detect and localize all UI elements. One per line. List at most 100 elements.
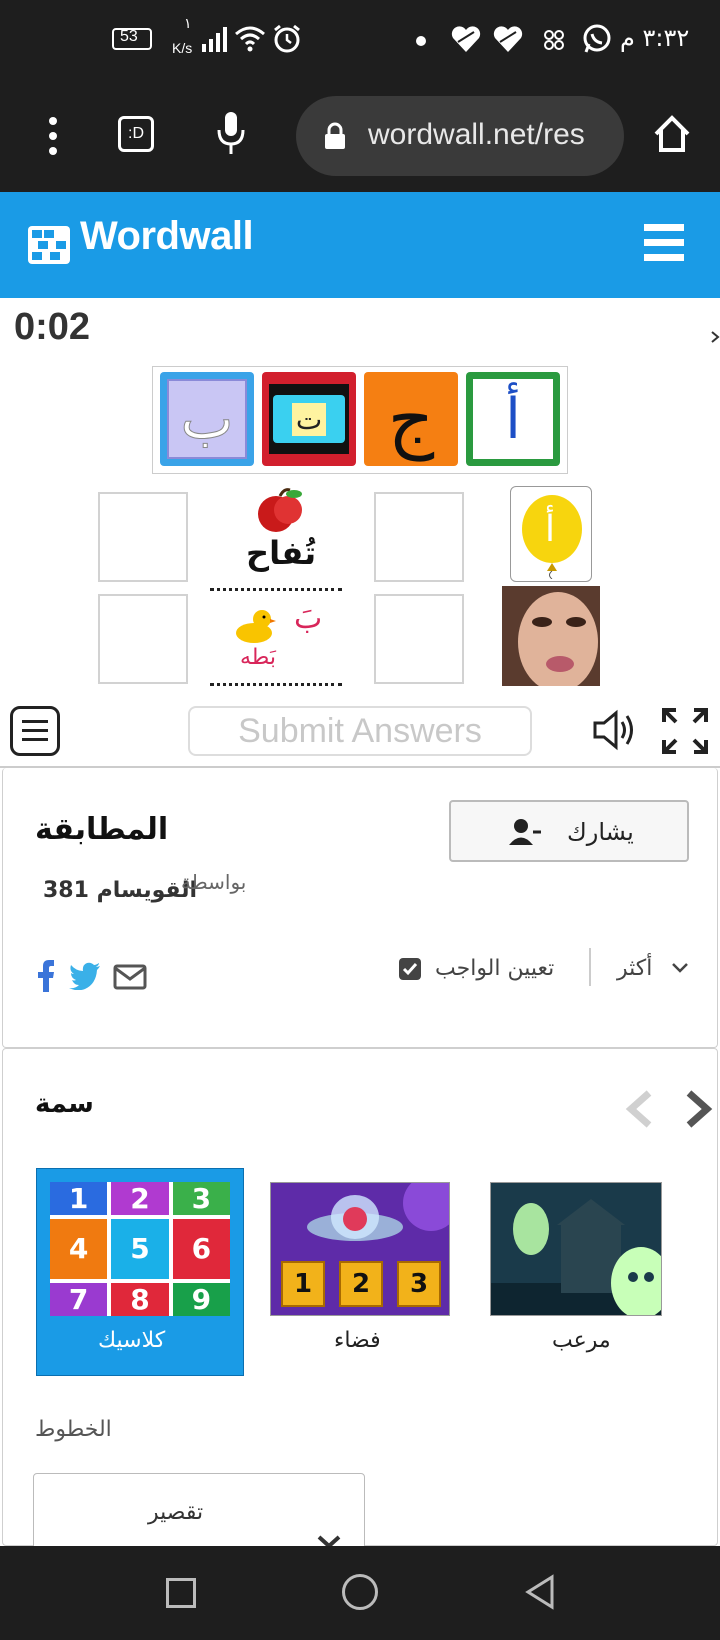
more-menu-icon[interactable] (48, 116, 58, 156)
email-icon[interactable] (113, 964, 147, 990)
classic-number-cell: 6 (172, 1218, 230, 1280)
chevron-icon[interactable] (710, 330, 720, 344)
url-text: wordwall.net/res (368, 118, 585, 151)
clock: ٣:٣٢ م (620, 24, 690, 52)
letter-tile-ta[interactable]: ت (262, 372, 356, 466)
letter-tile-ba[interactable]: ب (160, 372, 254, 466)
letter-tile-jeem[interactable]: ج (364, 372, 458, 466)
theme-label-classic: كلاسيك (98, 1328, 166, 1353)
status-bar: 53 ١ K/s ٣:٣٢ م (0, 0, 720, 80)
classic-number-cell: 7 (50, 1283, 108, 1316)
game-timer: 0:02 (14, 306, 91, 348)
fonts-label: الخطوط (35, 1417, 112, 1442)
theme-option-space[interactable]: 1 2 3 (270, 1182, 450, 1316)
face-image (502, 586, 600, 686)
classic-number-cell: 3 (172, 1182, 230, 1215)
signal-icon (202, 27, 227, 52)
space-number-tile: 3 (397, 1261, 441, 1307)
site-header: Wordwall (0, 192, 720, 298)
apple-image (258, 488, 302, 532)
game-menu-icon[interactable] (10, 706, 60, 756)
heart-icon (451, 26, 481, 52)
home-button-icon[interactable] (342, 1574, 378, 1610)
letter-tile-alif[interactable]: أ (466, 372, 560, 466)
network-speed-top: ١ (184, 16, 192, 32)
classic-number-cell: 2 (111, 1182, 169, 1215)
browser-toolbar: :D wordwall.net/res (0, 80, 720, 192)
app-notification-icon (544, 30, 564, 50)
theme-heading: سمة (35, 1089, 94, 1119)
drop-slot[interactable] (98, 492, 188, 582)
chevron-right-icon[interactable] (683, 1089, 715, 1129)
share-button[interactable]: يشارك (449, 800, 689, 862)
checkbox-icon[interactable] (399, 958, 421, 980)
duck-letter: بَ (294, 601, 323, 636)
fullscreen-icon[interactable] (662, 708, 708, 754)
classic-number-cell: 9 (172, 1283, 230, 1316)
drop-slot[interactable] (374, 594, 464, 684)
notification-dot (416, 36, 426, 46)
address-bar[interactable]: wordwall.net/res (296, 96, 624, 176)
user-icon (509, 819, 541, 845)
tab-switcher-label: :D (128, 125, 144, 142)
more-label: أكثر (617, 956, 653, 981)
back-icon[interactable] (524, 1574, 556, 1610)
theme-label-space: فضاء (334, 1328, 381, 1353)
more-dropdown[interactable]: أكثر (615, 948, 695, 988)
alarm-icon (274, 24, 300, 53)
by-label: بواسطة (181, 870, 247, 894)
network-speed-unit: K/s (172, 40, 193, 56)
submit-answers-button[interactable]: Submit Answers (188, 706, 532, 756)
system-nav-bar (0, 1546, 720, 1640)
speaker-icon[interactable] (592, 708, 638, 752)
activity-info-card: المطابقة القويسام 381 بواسطة يشارك تعيين… (2, 768, 718, 1048)
battery-icon: 53 (112, 28, 152, 50)
classic-thumbnail: 1 2 3 4 5 6 7 8 9 (50, 1182, 230, 1316)
chevron-down-icon (672, 963, 688, 973)
wordwall-logo-icon[interactable] (28, 226, 70, 264)
theme-option-scary[interactable] (490, 1182, 662, 1316)
recents-icon[interactable] (166, 1578, 196, 1608)
drop-slot[interactable] (98, 594, 188, 684)
space-number-tile: 1 (281, 1261, 325, 1307)
game-toolbar: Submit Answers (0, 700, 720, 766)
drop-slot[interactable] (374, 492, 464, 582)
tile-letter: ب (180, 386, 234, 452)
classic-number-cell: 1 (50, 1182, 108, 1215)
microphone-icon[interactable] (216, 110, 246, 156)
author-name: القويسام 381 (43, 878, 198, 903)
separator (589, 948, 591, 986)
theme-label-scary: مرعب (552, 1328, 611, 1353)
apple-word: تُفاح (246, 534, 317, 572)
twitter-icon[interactable] (69, 962, 101, 990)
hamburger-menu-icon[interactable] (644, 222, 684, 262)
balloon-card: أ (510, 486, 592, 582)
wordwall-logo-text[interactable]: Wordwall (80, 214, 254, 259)
space-number-tile: 2 (339, 1261, 383, 1307)
tab-switcher-icon[interactable]: :D (118, 116, 154, 152)
home-icon[interactable] (652, 114, 692, 154)
battery-level: 53 (120, 28, 138, 45)
duck-image (236, 610, 276, 643)
tile-letter: أ (505, 386, 521, 452)
assign-homework-toggle[interactable]: تعيين الواجب (397, 948, 567, 988)
whatsapp-icon (583, 24, 611, 53)
lock-icon (325, 122, 345, 149)
classic-number-cell: 5 (111, 1218, 169, 1280)
face-card (502, 586, 600, 686)
classic-number-cell: 4 (50, 1218, 108, 1280)
facebook-icon[interactable] (37, 960, 55, 992)
font-select-value: تقصير (148, 1500, 204, 1525)
duck-card: بَ بَطه (210, 588, 342, 686)
svg-text:أ: أ (545, 504, 555, 550)
duck-word: بَطه (240, 645, 276, 670)
balloon-image: أ (522, 495, 582, 579)
scary-thumbnail (491, 1183, 661, 1315)
heart-icon (493, 26, 523, 52)
classic-number-cell: 8 (111, 1283, 169, 1316)
tile-letter: ت (291, 402, 327, 436)
chevron-left-icon[interactable] (623, 1089, 655, 1129)
tile-letter: ج (387, 377, 435, 461)
share-label: يشارك (567, 818, 634, 846)
activity-title: المطابقة (35, 812, 169, 847)
